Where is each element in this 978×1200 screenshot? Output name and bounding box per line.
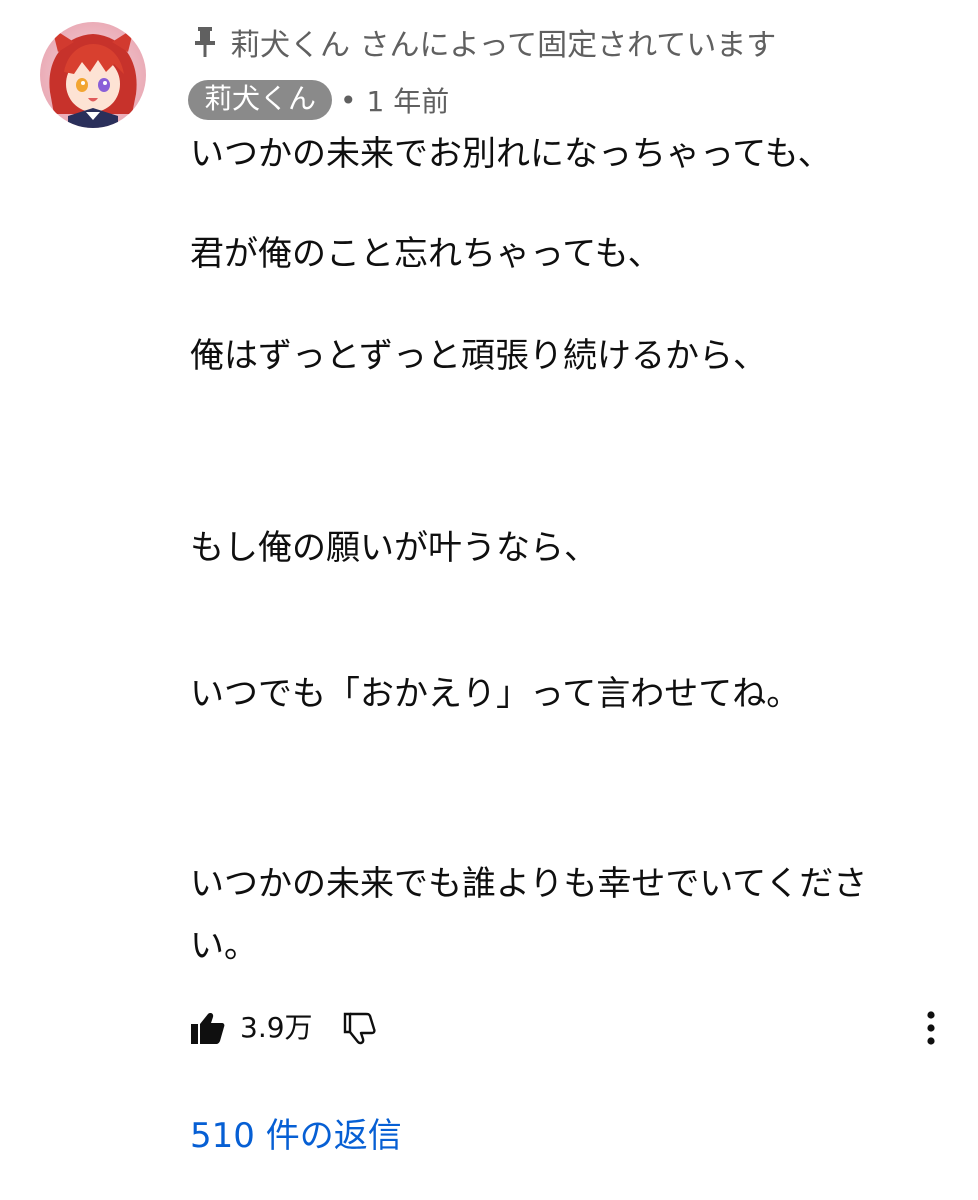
- dislike-button[interactable]: [342, 1010, 378, 1046]
- like-button[interactable]: [190, 1010, 226, 1046]
- comment-text-line: いつかの未来でも誰よりも幸せでいてくださ: [190, 864, 868, 904]
- thumbs-down-icon: [343, 1012, 376, 1045]
- comment-text-line: い。: [190, 926, 258, 966]
- comment-text-line: いつかの未来でお別れになっちゃっても、: [190, 134, 832, 174]
- author-name[interactable]: 莉犬くん: [188, 80, 333, 120]
- comment-text-line: 俺はずっとずっと頑張り続けるから、: [190, 336, 767, 376]
- pinned-indicator: 莉犬くん さんによって固定されています: [192, 20, 776, 64]
- more-vert-icon: [927, 1011, 935, 1045]
- comment-actions: 3.9万: [190, 1006, 950, 1052]
- comment-text-line: 君が俺のこと忘れちゃっても、: [190, 234, 662, 274]
- meta-separator: •: [340, 83, 357, 117]
- avatar[interactable]: [40, 22, 146, 128]
- pinned-comment: 莉犬くん さんによって固定されています 莉犬くん • 1 年前 いつかの未来でお…: [0, 0, 978, 1200]
- pin-icon: [192, 25, 218, 59]
- like-count: 3.9万: [240, 1011, 313, 1044]
- comment-header: 莉犬くん • 1 年前: [188, 80, 449, 120]
- avatar-illustration: [40, 22, 146, 128]
- thumbs-up-icon: [191, 1013, 225, 1044]
- more-options-button[interactable]: [918, 1008, 944, 1048]
- view-replies-button[interactable]: 510 件の返信: [190, 1112, 402, 1160]
- comment-text-line: もし俺の願いが叶うなら、: [190, 528, 598, 568]
- comment-text-line: いつでも「おかえり」って言わせてね。: [190, 674, 801, 714]
- comment-timestamp[interactable]: 1 年前: [367, 80, 450, 120]
- pinned-label: 莉犬くん さんによって固定されています: [230, 28, 777, 63]
